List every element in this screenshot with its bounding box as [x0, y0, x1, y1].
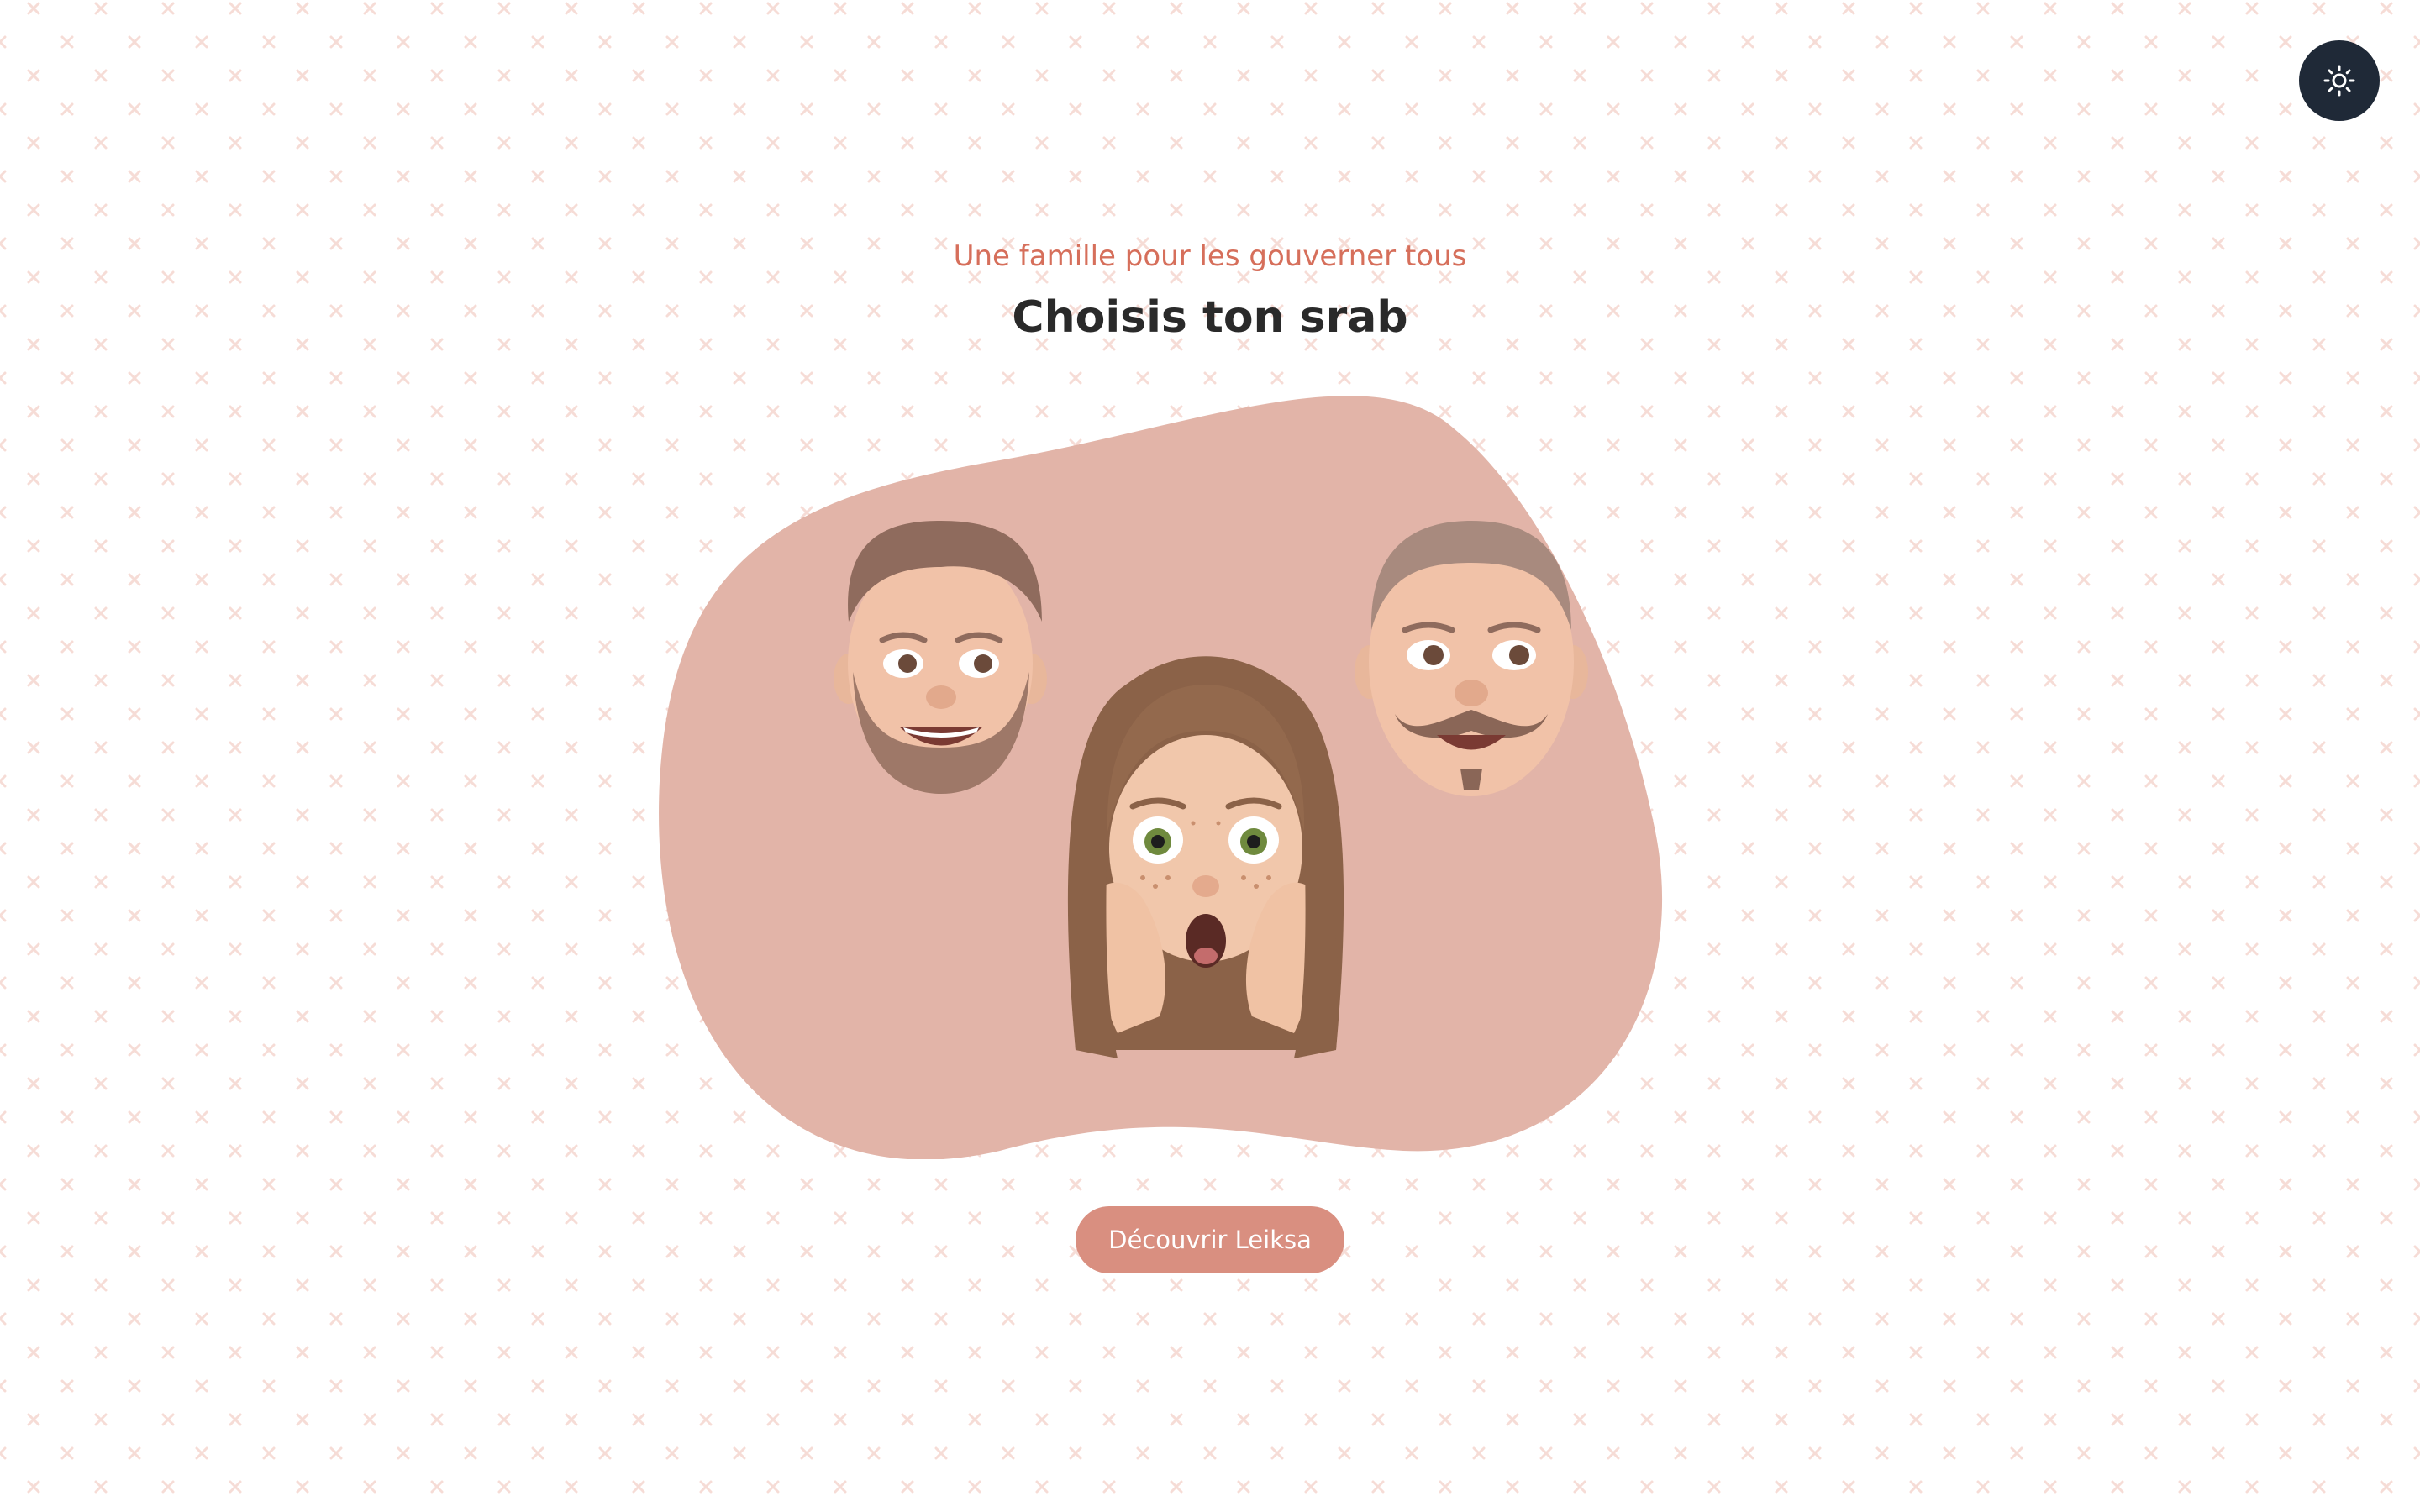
theme-toggle-button[interactable]	[2299, 40, 2380, 121]
hero-subtitle: Une famille pour les gouverner tous	[953, 239, 1467, 273]
page-title: Choisis ton srab	[1012, 292, 1408, 343]
discover-leiksa-button[interactable]: Découvrir Leiksa	[1076, 1206, 1344, 1273]
hero-illustration	[647, 395, 1773, 1159]
surprised-woman-avatar	[1067, 656, 1344, 1058]
sun-icon	[2323, 64, 2356, 97]
